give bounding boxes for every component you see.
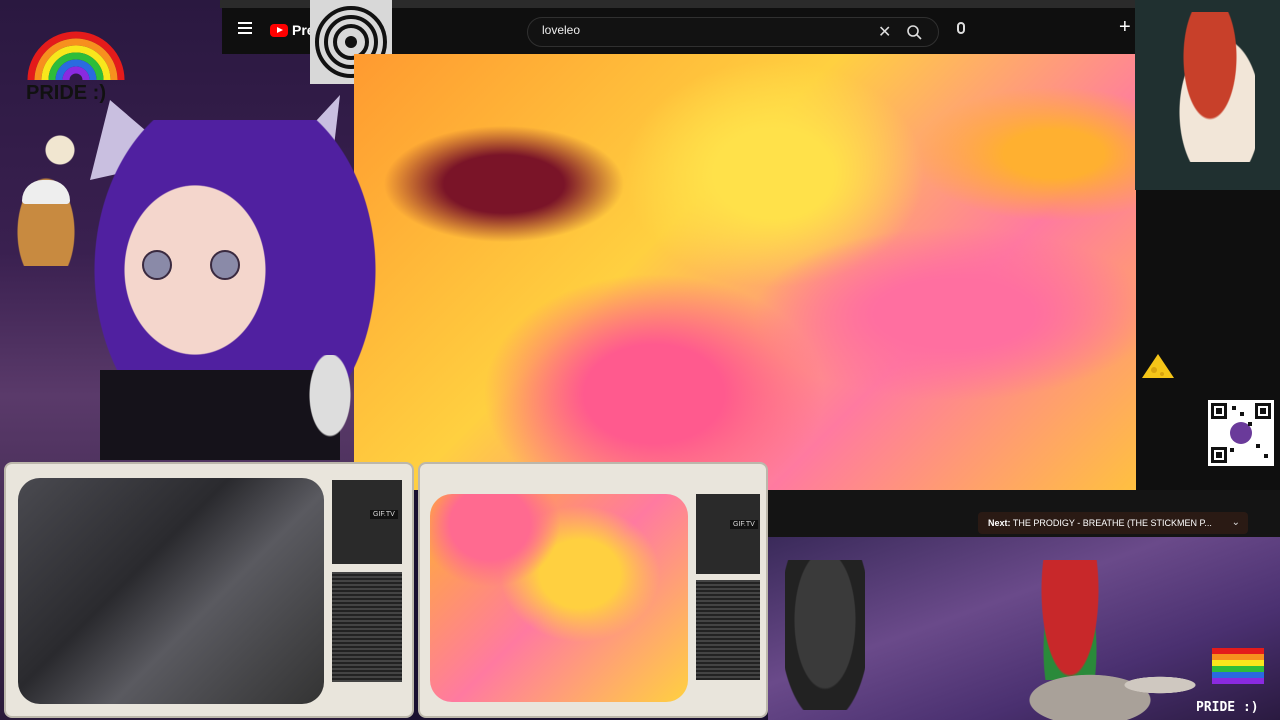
tv-control-panel-2: GIF.TV — [696, 494, 760, 574]
tv-brand-label-2: GIF.TV — [730, 520, 758, 529]
qr-code — [1208, 400, 1274, 466]
create-icon[interactable]: + — [1119, 16, 1131, 39]
tv-screen-video — [430, 494, 688, 702]
search-icon[interactable] — [903, 21, 925, 43]
youtube-play-icon — [270, 23, 288, 37]
next-title: THE PRODIGY - BREATHE (THE STICKMEN P... — [1012, 518, 1212, 528]
next-prefix: Next: — [988, 518, 1011, 528]
robot-sticker — [295, 355, 365, 465]
retro-tv-video: GIF.TV — [418, 462, 768, 718]
video-player[interactable] — [354, 54, 1136, 490]
vtuber-avatar — [70, 90, 400, 465]
pride-corner-text: PRIDE :) — [1196, 700, 1259, 715]
mic-icon[interactable] — [957, 22, 965, 34]
retro-tv-camera: GIF.TV — [4, 462, 414, 718]
fox-sticker — [1135, 0, 1280, 190]
rainbow-icon — [26, 30, 126, 81]
tv-brand-label: GIF.TV — [370, 510, 398, 519]
avatar-face — [120, 180, 270, 360]
tv-speaker-grille-2 — [696, 580, 760, 680]
dog-sticker — [14, 172, 78, 266]
fox-figure — [1165, 12, 1255, 162]
chevron-down-icon[interactable]: ⌄ — [1232, 512, 1240, 534]
search-input[interactable] — [540, 22, 864, 38]
youtube-logo[interactable]: Pre — [270, 22, 315, 38]
next-up-bar[interactable]: Next: THE PRODIGY - BREATHE (THE STICKME… — [978, 512, 1248, 534]
tabby-cat-figure — [1010, 650, 1210, 720]
search-box: ✕ — [527, 17, 939, 47]
tv-control-panel: GIF.TV — [332, 480, 402, 564]
pride-flag-icon — [1212, 648, 1264, 684]
tv-screen-camera — [18, 478, 324, 704]
left-eye — [142, 250, 172, 280]
hamburger-icon[interactable] — [238, 22, 252, 34]
right-eye — [210, 250, 240, 280]
clear-icon[interactable]: ✕ — [878, 22, 891, 42]
hat-icon — [22, 180, 70, 204]
cheese-icon — [1140, 350, 1176, 380]
tv-speaker-grille — [332, 572, 402, 682]
gray-cat-figure — [785, 560, 865, 710]
